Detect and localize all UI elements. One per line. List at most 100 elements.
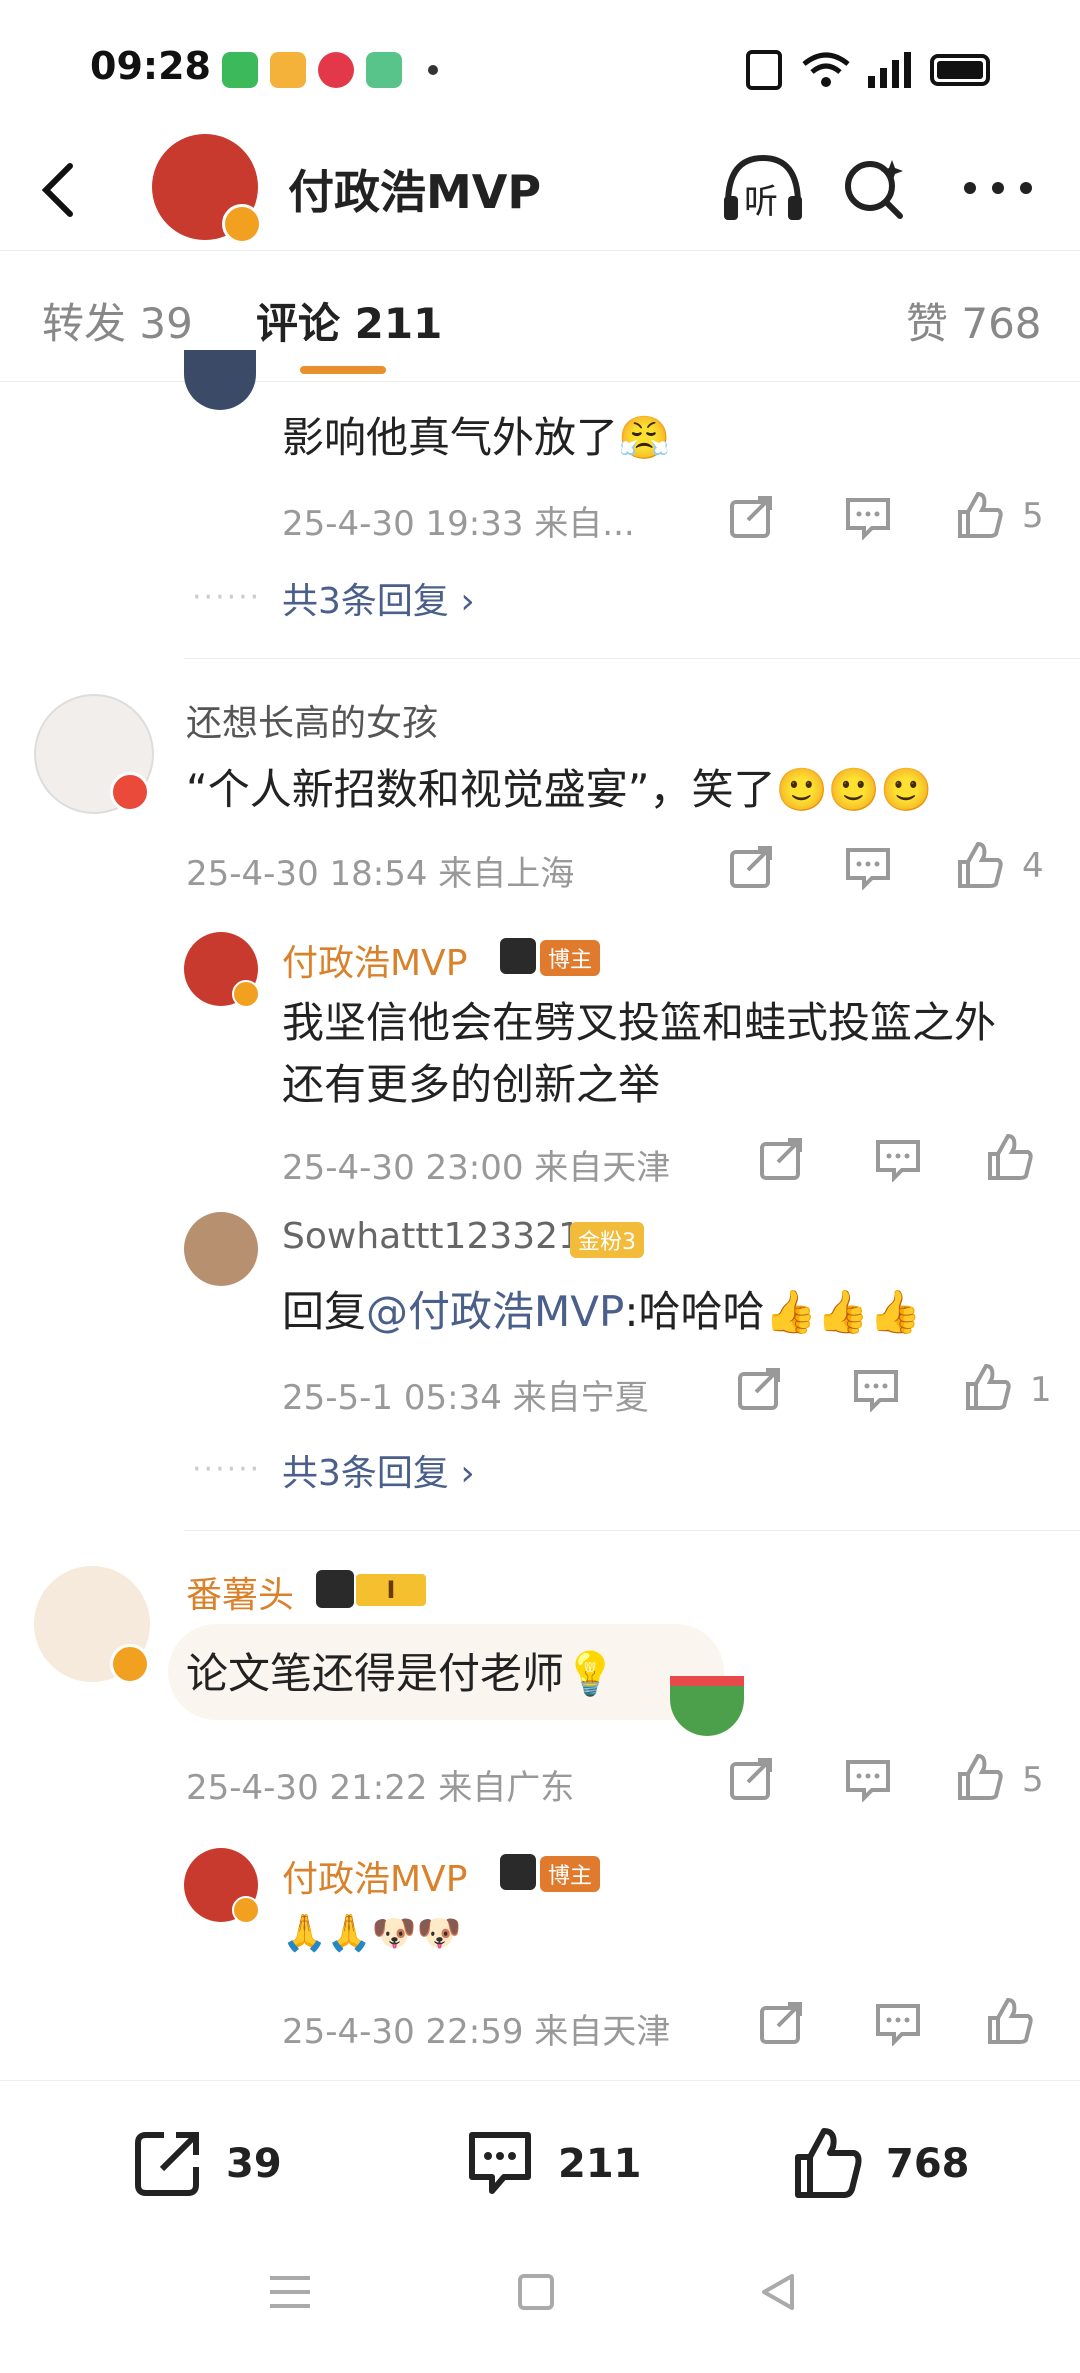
wechat-icon (222, 52, 258, 88)
reply-text: 我坚信他会在劈叉投篮和蛙式投篮之外还有更多的创新之举 (282, 998, 997, 1109)
divider (184, 1530, 1080, 1531)
watermelon-icon (670, 1676, 744, 1736)
avatar[interactable] (184, 1212, 258, 1286)
weibo-icon (270, 52, 306, 88)
menu-icon[interactable] (270, 2274, 310, 2310)
share-icon[interactable] (758, 2000, 806, 2046)
crown-icon (500, 938, 536, 974)
home-icon[interactable] (518, 2274, 554, 2310)
comment-icon (469, 2132, 531, 2194)
signal-icon (868, 52, 911, 88)
like-count: 768 (886, 2141, 970, 2187)
comment-text: “个人新招数和视觉盛宴”，笑了🙂🙂🙂 (186, 765, 933, 814)
like-count: 5 (1022, 1760, 1044, 1800)
like-icon[interactable] (964, 1362, 1012, 1412)
like-button[interactable]: 768 (790, 2125, 980, 2201)
back-arrow-icon[interactable] (34, 160, 84, 220)
mention-link[interactable]: @付政浩MVP (366, 1287, 624, 1336)
thread-dots: ······ (192, 580, 262, 615)
crown-icon (316, 1570, 354, 1608)
back-icon[interactable] (758, 2272, 798, 2312)
reply-body: :哈哈哈👍👍👍 (624, 1287, 922, 1336)
like-count: 5 (1022, 496, 1044, 536)
listen-label: 听 (744, 182, 778, 222)
comment-meta: 25-4-30 18:54 来自上海 (186, 854, 575, 894)
share-icon (135, 2132, 199, 2196)
fan-badge: 金粉3 (570, 1222, 644, 1258)
listen-button[interactable]: 听 (720, 150, 806, 226)
tab-comment[interactable]: 评论 211 (256, 290, 442, 351)
like-count: 4 (1022, 846, 1044, 886)
comment-username[interactable]: 番薯头 (186, 1566, 294, 1618)
reply-meta: 25-4-30 23:00 来自天津 (282, 1148, 671, 1188)
reply-username[interactable]: 付政浩MVP (282, 934, 467, 986)
share-icon[interactable] (728, 1756, 776, 1802)
verified-badge-icon (232, 1896, 260, 1924)
blogger-badge: 博主 (540, 940, 601, 976)
notification-dot-icon (428, 65, 438, 75)
reply-username[interactable]: 付政浩MVP (282, 1850, 467, 1902)
like-icon[interactable] (956, 1752, 1004, 1802)
comment-username[interactable]: 还想长高的女孩 (186, 694, 438, 746)
tab-repost[interactable]: 转发 39 (42, 290, 193, 351)
share-icon[interactable] (758, 1136, 806, 1182)
reply-text: 回复@付政浩MVP:哈哈哈👍👍👍 (282, 1278, 921, 1339)
like-icon (795, 2128, 862, 2198)
comment-meta: 25-4-30 21:22 来自广东 (186, 1768, 575, 1808)
more-options-icon[interactable] (964, 182, 1034, 196)
like-icon[interactable] (986, 1132, 1034, 1182)
bottom-action-bar: 39 211 768 (0, 2080, 1080, 2231)
comment-icon[interactable] (852, 1366, 900, 1412)
more-replies-link[interactable]: 共3条回复 › (282, 1444, 475, 1496)
like-icon[interactable] (956, 840, 1004, 890)
reply-username[interactable]: Sowhattt123321 (282, 1216, 581, 1257)
like-icon[interactable] (956, 490, 1004, 540)
verified-badge-icon (110, 772, 150, 812)
author-name[interactable]: 付政浩MVP (288, 156, 541, 222)
comment-text: 论文笔还得是付老师💡 (186, 1649, 617, 1698)
comment-count: 211 (558, 2141, 642, 2187)
status-bar: 09:28 (0, 0, 1080, 130)
reply-meta: 25-5-1 05:34 来自宁夏 (282, 1378, 649, 1418)
comment-icon[interactable] (874, 1136, 922, 1182)
system-nav-bar (0, 2230, 1080, 2373)
like-icon[interactable] (986, 1996, 1034, 2046)
app-red-icon (318, 52, 354, 88)
reply-text: 🙏🙏🐶🐶 (282, 1913, 462, 1954)
repost-button[interactable]: 39 (130, 2125, 290, 2201)
repost-count: 39 (226, 2141, 282, 2187)
level-badge: I (356, 1574, 426, 1606)
tab-indicator (300, 366, 386, 374)
crown-icon (500, 1854, 536, 1890)
comment-icon[interactable] (874, 2000, 922, 2046)
comment-icon[interactable] (844, 1756, 892, 1802)
reply-prefix: 回复 (282, 1287, 367, 1336)
search-icon[interactable] (840, 154, 910, 224)
status-time: 09:28 (90, 44, 211, 88)
comment-icon[interactable] (844, 844, 892, 890)
like-count: 1 (1030, 1370, 1052, 1410)
more-replies-link[interactable]: 共3条回复 › (282, 572, 475, 624)
top-header: 付政浩MVP 听 (0, 130, 1080, 250)
reply-meta: 25-4-30 19:33 来自... (282, 504, 635, 544)
verified-badge-icon (110, 1644, 150, 1684)
divider (184, 658, 1080, 659)
share-icon[interactable] (728, 494, 776, 540)
reply-meta: 25-4-30 22:59 来自天津 (282, 2012, 671, 2052)
share-icon[interactable] (728, 844, 776, 890)
comment-button[interactable]: 211 (462, 2125, 642, 2201)
reply-text: 影响他真气外放了😤 (282, 413, 671, 462)
app-green-icon (366, 52, 402, 88)
tab-like[interactable]: 赞 768 (906, 290, 1042, 351)
avatar[interactable] (184, 350, 256, 410)
verified-badge-icon (222, 204, 262, 244)
thread-dots: ······ (192, 1452, 262, 1487)
wifi-icon (802, 52, 850, 87)
share-icon[interactable] (736, 1366, 784, 1412)
comment-icon[interactable] (844, 494, 892, 540)
level-label: I (386, 1576, 396, 1604)
battery-icon (930, 54, 990, 86)
nfc-icon (746, 50, 782, 90)
blogger-badge: 博主 (540, 1856, 601, 1892)
verified-badge-icon (232, 980, 260, 1008)
